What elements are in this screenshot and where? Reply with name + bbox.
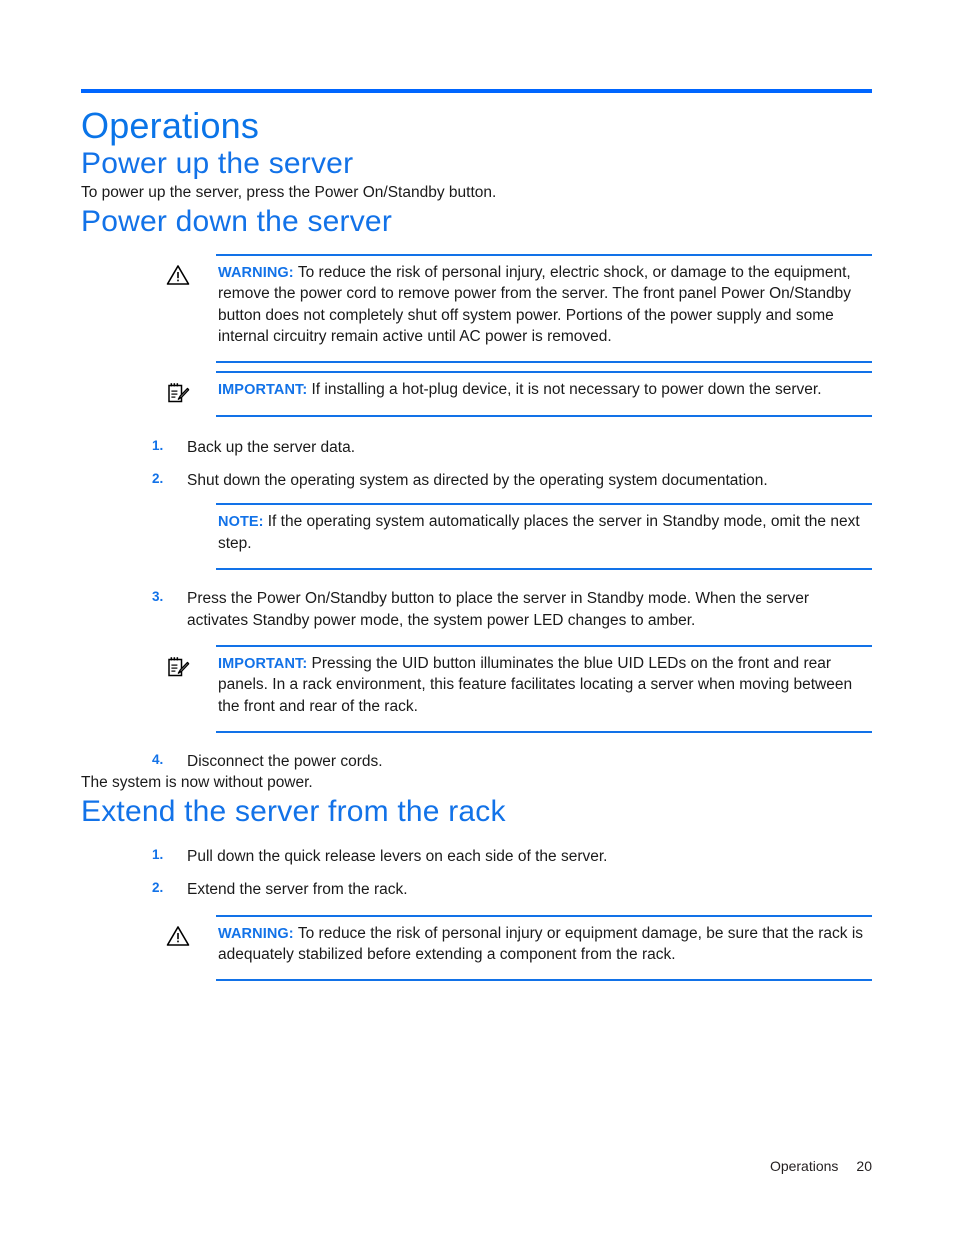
step-text: Pull down the quick release levers on ea… xyxy=(187,847,608,865)
important-label: IMPORTANT: xyxy=(218,382,308,399)
warning-text: To reduce the risk of personal injury or… xyxy=(218,924,864,963)
warning-triangle-icon xyxy=(166,925,194,953)
step-text: Press the Power On/Standby button to pla… xyxy=(187,590,810,629)
important-label: IMPORTANT: xyxy=(218,655,308,672)
important-box-uid: IMPORTANT: Pressing the UID button illumi… xyxy=(168,644,872,734)
warning-box-power-down: WARNING: To reduce the risk of personal i… xyxy=(166,253,872,364)
step-number: 2. xyxy=(152,880,164,896)
warning-box-rack: WARNING: To reduce the risk of personal i… xyxy=(166,914,872,982)
step-number: 4. xyxy=(152,752,164,768)
section-heading-power-down: Power down the server xyxy=(81,204,393,238)
note-text: If the operating system automatically pl… xyxy=(218,513,860,552)
list-item: 1. Back up the server data. xyxy=(152,437,872,458)
warning-triangle-icon xyxy=(166,264,194,292)
document-page: Operations Power up the server To power … xyxy=(0,0,954,1235)
warning-box-body: WARNING: To reduce the risk of personal i… xyxy=(216,262,872,348)
important-text: Pressing the UID button illuminates the … xyxy=(218,654,853,715)
warning-box-body: WARNING: To reduce the risk of personal i… xyxy=(216,923,872,966)
important-notepad-icon xyxy=(166,655,194,683)
step-text: Back up the server data. xyxy=(187,438,356,456)
power-down-steps-list-part2: 3. Press the Power On/Standby button to … xyxy=(81,588,872,631)
important-box-body: IMPORTANT: Pressing the UID button illumi… xyxy=(216,653,872,717)
list-item: 2. Extend the server from the rack. xyxy=(152,879,872,900)
page-content: Operations Power up the server To power … xyxy=(81,100,872,982)
extend-steps-list: 1. Pull down the quick release levers on… xyxy=(81,846,872,901)
footer-chapter-label: Operations xyxy=(769,1158,839,1174)
step-number: 1. xyxy=(152,846,164,862)
list-item: 1. Pull down the quick release levers on… xyxy=(152,846,872,867)
list-item: 2. Shut down the operating system as dir… xyxy=(152,470,872,491)
section-heading-power-up: Power up the server xyxy=(81,147,354,181)
step-text: Extend the server from the rack. xyxy=(187,881,408,899)
step-text: Shut down the operating system as direct… xyxy=(187,472,768,490)
section-heading-extend: Extend the server from the rack xyxy=(81,794,506,828)
power-down-closing-text: The system is now without power. xyxy=(81,774,313,792)
note-box-standby: NOTE: If the operating system automatical… xyxy=(216,503,872,571)
note-box-body: NOTE: If the operating system automatical… xyxy=(216,511,872,554)
important-box-hotplug: IMPORTANT: If installing a hot-plug devic… xyxy=(168,371,872,417)
step-number: 3. xyxy=(152,589,164,605)
list-item: 3. Press the Power On/Standby button to … xyxy=(152,588,872,631)
power-down-steps-list-part1: 1. Back up the server data. 2. Shut down… xyxy=(81,437,872,492)
power-up-intro-text: To power up the server, press the Power … xyxy=(81,184,497,202)
important-notepad-icon xyxy=(166,381,194,409)
note-label: NOTE: xyxy=(218,514,264,531)
step-number: 2. xyxy=(152,471,164,487)
power-down-admonition-group: WARNING: To reduce the risk of personal i… xyxy=(81,253,872,417)
important-text: If installing a hot-plug device, it is n… xyxy=(311,381,822,399)
page-footer: Operations 20 xyxy=(0,1158,872,1174)
step-number: 1. xyxy=(152,437,164,453)
important-box-body: IMPORTANT: If installing a hot-plug devic… xyxy=(216,379,872,400)
chapter-top-rule xyxy=(81,89,872,93)
footer-page-number: 20 xyxy=(856,1158,872,1174)
list-item: 4. Disconnect the power cords. xyxy=(152,751,872,772)
page-title: Operations xyxy=(81,105,260,146)
warning-label: WARNING: xyxy=(218,264,294,281)
warning-label: WARNING: xyxy=(218,925,294,942)
step-text: Disconnect the power cords. xyxy=(187,753,383,771)
warning-text: To reduce the risk of personal injury, e… xyxy=(218,263,851,345)
power-down-steps-list-part3: 4. Disconnect the power cords. xyxy=(81,751,872,772)
